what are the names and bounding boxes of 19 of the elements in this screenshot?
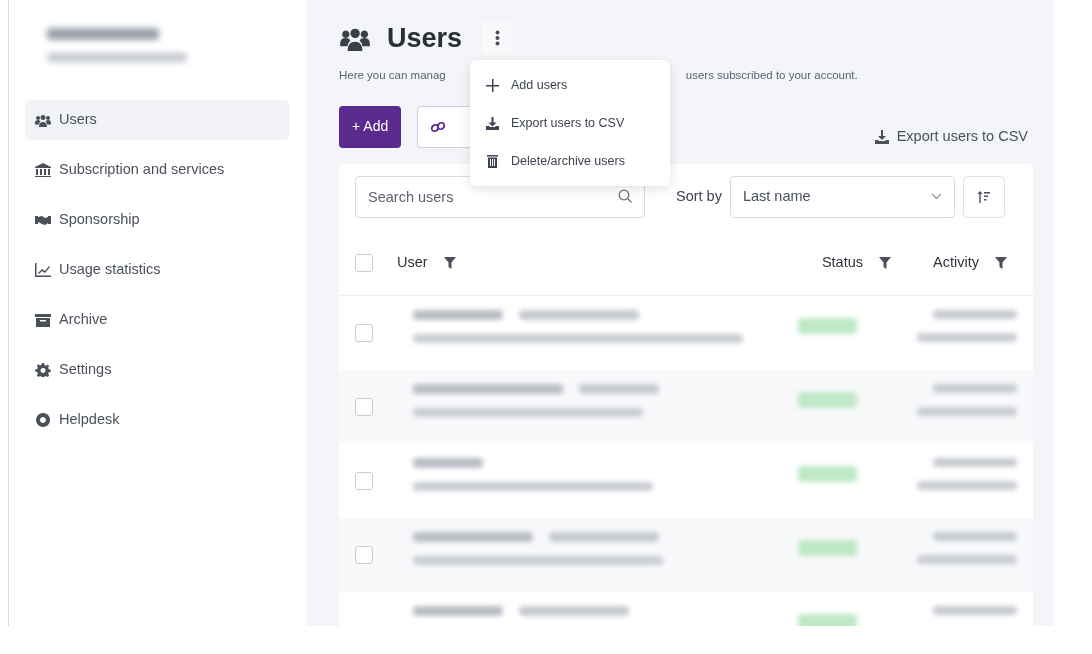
menu-item[interactable]: Export users to CSV [470, 104, 670, 142]
menu-item[interactable]: Add users [470, 66, 670, 104]
sidebar-item[interactable]: Subscription and services [25, 150, 290, 190]
page-description: users subscribed to your account. [685, 67, 858, 83]
sidebar-item[interactable]: Helpdesk [25, 400, 290, 440]
sort-label: Sort by [676, 186, 722, 206]
sidebar-item[interactable]: Sponsorship [25, 200, 290, 240]
page-description: Here you can manag [339, 67, 446, 83]
page-title: Users [387, 22, 463, 55]
column-header[interactable]: User [397, 252, 428, 275]
export-link[interactable]: Export users to CSV [874, 125, 1028, 148]
sidebar-item[interactable]: Usage statistics [25, 250, 290, 290]
add-button[interactable]: + Add [339, 105, 402, 148]
sidebar-item[interactable]: Archive [25, 300, 290, 340]
column-header[interactable]: Activity [933, 252, 979, 275]
sort-select[interactable]: Last name [729, 175, 955, 218]
sidebar-item[interactable]: Settings [25, 350, 290, 390]
column-header[interactable]: Status [821, 252, 863, 275]
sidebar-item[interactable]: Users [25, 100, 290, 140]
